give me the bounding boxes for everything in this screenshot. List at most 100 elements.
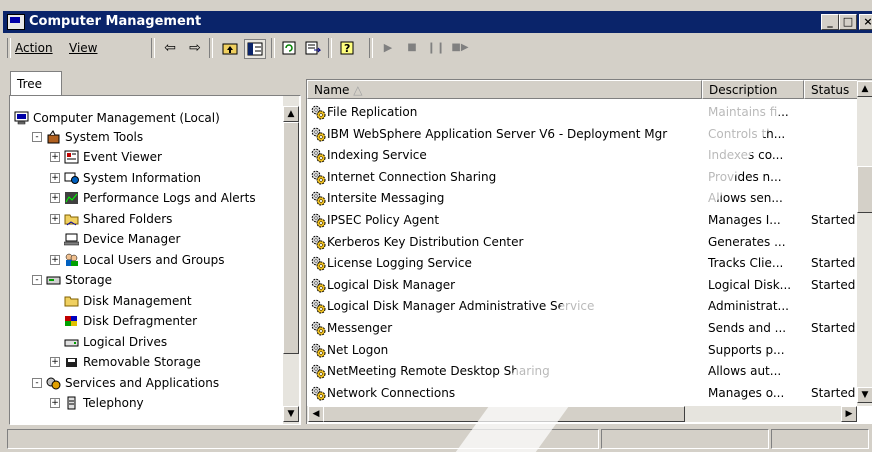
service-gear-icon [311, 299, 326, 314]
service-row[interactable]: File Replication Maintains fi... [307, 101, 872, 123]
tree-item[interactable]: - System Tools [10, 127, 282, 147]
forward-arrow-icon[interactable]: ⇨ [185, 39, 205, 57]
service-name: Kerberos Key Distribution Center [327, 234, 524, 249]
menu-view[interactable]: View [69, 41, 97, 55]
service-row[interactable]: Net Logon Supports p... [307, 339, 872, 361]
export-list-icon[interactable] [303, 39, 323, 57]
column-header-status[interactable]: Status [804, 80, 859, 99]
expand-icon[interactable]: + [50, 193, 60, 203]
tree-item[interactable]: + Removable Storage [10, 352, 282, 372]
computer-management-window: Computer Management _ □ × Action View ⇦ … [0, 0, 872, 452]
service-gear-icon [311, 343, 326, 358]
service-name: Indexing Service [327, 148, 427, 163]
list-horizontal-scrollbar[interactable]: ◀ ▶ [307, 406, 857, 422]
scroll-right-button[interactable]: ▶ [841, 406, 857, 422]
scroll-thumb[interactable] [323, 406, 685, 422]
tree-item[interactable]: + Performance Logs and Alerts [10, 188, 282, 208]
service-gear-icon [311, 364, 326, 379]
service-description: Logical Disk... [708, 277, 792, 292]
service-gear-icon [311, 278, 326, 293]
service-row[interactable]: Network Connections Manages o... Started [307, 382, 872, 404]
services-list-pane[interactable]: Name △ Description Status File Replicati… [306, 79, 872, 424]
service-description: Allows aut... [708, 364, 782, 379]
tree-item[interactable]: Computer Management (Local) [10, 108, 282, 128]
expand-icon[interactable]: + [50, 172, 60, 183]
expand-icon[interactable]: + [50, 398, 60, 408]
service-row[interactable]: Internet Connection Sharing Provides n... [307, 166, 872, 188]
tree-item-label: Telephony [83, 396, 144, 410]
service-row[interactable]: Intersite Messaging Allows sen... [307, 187, 872, 209]
menu-toolbar-bar: Action View ⇦ ⇨ ? ▶ ■ ❙❙ ■▶ [3, 34, 872, 62]
service-row[interactable]: Kerberos Key Distribution Center Generate… [307, 231, 872, 253]
shared-folders-icon [64, 212, 79, 226]
service-name: Logical Disk Manager Administrative Serv… [327, 299, 595, 314]
title-bar[interactable]: Computer Management _ □ × [3, 11, 872, 33]
column-header-description[interactable]: Description [702, 80, 804, 99]
service-gear-icon [311, 127, 326, 142]
service-row[interactable]: IBM WebSphere Application Server V6 - De… [307, 123, 872, 145]
tree-item[interactable]: Logical Drives [10, 332, 282, 352]
tree-item[interactable]: Disk Defragmenter [10, 311, 282, 331]
service-row[interactable]: Logical Disk Manager Administrative Serv… [307, 295, 872, 317]
service-description: Controls th... [708, 126, 786, 141]
stop-icon[interactable]: ■ [402, 39, 422, 57]
column-header-name[interactable]: Name △ [307, 80, 702, 99]
scroll-left-button[interactable]: ◀ [308, 406, 324, 422]
services-apps-icon [46, 376, 61, 390]
tab-tree-label: Tree [17, 77, 43, 91]
show-hide-tree-icon[interactable] [244, 39, 266, 59]
expand-icon[interactable]: + [50, 152, 60, 162]
toolbar-separator [328, 38, 332, 58]
menu-action[interactable]: Action [15, 41, 53, 55]
up-one-level-icon[interactable] [220, 39, 240, 57]
restart-icon[interactable]: ■▶ [450, 39, 470, 57]
scroll-thumb[interactable] [857, 166, 872, 213]
help-icon[interactable]: ? [338, 39, 358, 57]
service-name: Internet Connection Sharing [327, 169, 497, 184]
tree-item[interactable]: + Telephony [10, 393, 282, 413]
play-icon[interactable]: ▶ [378, 39, 398, 57]
service-name: Logical Disk Manager [327, 277, 456, 292]
tree-vertical-scrollbar[interactable]: ▲ ▼ [283, 96, 299, 424]
collapse-icon[interactable]: - [32, 275, 42, 285]
tab-tree[interactable]: Tree [10, 71, 62, 96]
list-vertical-scrollbar[interactable]: ▲ ▼ [857, 80, 872, 406]
service-row[interactable]: Messenger Sends and ... Started [307, 317, 872, 339]
expand-icon[interactable]: + [50, 213, 60, 224]
collapse-icon[interactable]: - [32, 377, 42, 388]
tree-item[interactable]: Device Manager [10, 229, 282, 249]
maximize-button[interactable]: □ [839, 14, 857, 30]
collapse-icon[interactable]: - [32, 131, 42, 142]
service-row[interactable]: IPSEC Policy Agent Manages I... Started [307, 209, 872, 231]
pause-icon[interactable]: ❙❙ [426, 39, 446, 57]
tree-item[interactable]: - Services and Applications [10, 373, 282, 393]
scroll-down-button[interactable]: ▼ [283, 406, 299, 422]
service-status: Started [811, 321, 856, 335]
tree-item[interactable]: + Local Users and Groups [10, 250, 282, 270]
service-gear-icon [311, 148, 326, 163]
service-row[interactable]: License Logging Service Tracks Clie... Sta… [307, 252, 872, 274]
status-panel [7, 429, 599, 449]
tree-pane[interactable]: Computer Management (Local) - System Tools… [9, 95, 301, 425]
svg-text:?: ? [344, 42, 350, 55]
toolbar-separator [209, 38, 213, 58]
back-arrow-icon[interactable]: ⇦ [160, 39, 180, 57]
minimize-button[interactable]: _ [821, 14, 839, 30]
scroll-down-button[interactable]: ▼ [857, 387, 872, 403]
service-row[interactable]: Logical Disk Manager Logical Disk... Start… [307, 274, 872, 296]
tree-item[interactable]: + Event Viewer [10, 147, 282, 167]
tree-item[interactable]: + Shared Folders [10, 209, 282, 229]
service-name: License Logging Service [327, 256, 472, 271]
service-row[interactable]: Indexing Service Indexes co... [307, 144, 872, 166]
scroll-thumb[interactable] [283, 122, 299, 354]
scroll-up-button[interactable]: ▲ [857, 81, 872, 97]
tree-item[interactable]: + System Information [10, 168, 282, 188]
service-row[interactable]: NetMeeting Remote Desktop Sharing Allows … [307, 360, 872, 382]
refresh-icon[interactable] [279, 39, 299, 57]
expand-icon[interactable]: + [50, 357, 60, 367]
close-button[interactable]: × [859, 14, 872, 30]
expand-icon[interactable]: + [50, 254, 60, 265]
tree-item[interactable]: Disk Management [10, 291, 282, 311]
tree-item[interactable]: - Storage [10, 270, 282, 290]
scroll-up-button[interactable]: ▲ [283, 106, 299, 122]
